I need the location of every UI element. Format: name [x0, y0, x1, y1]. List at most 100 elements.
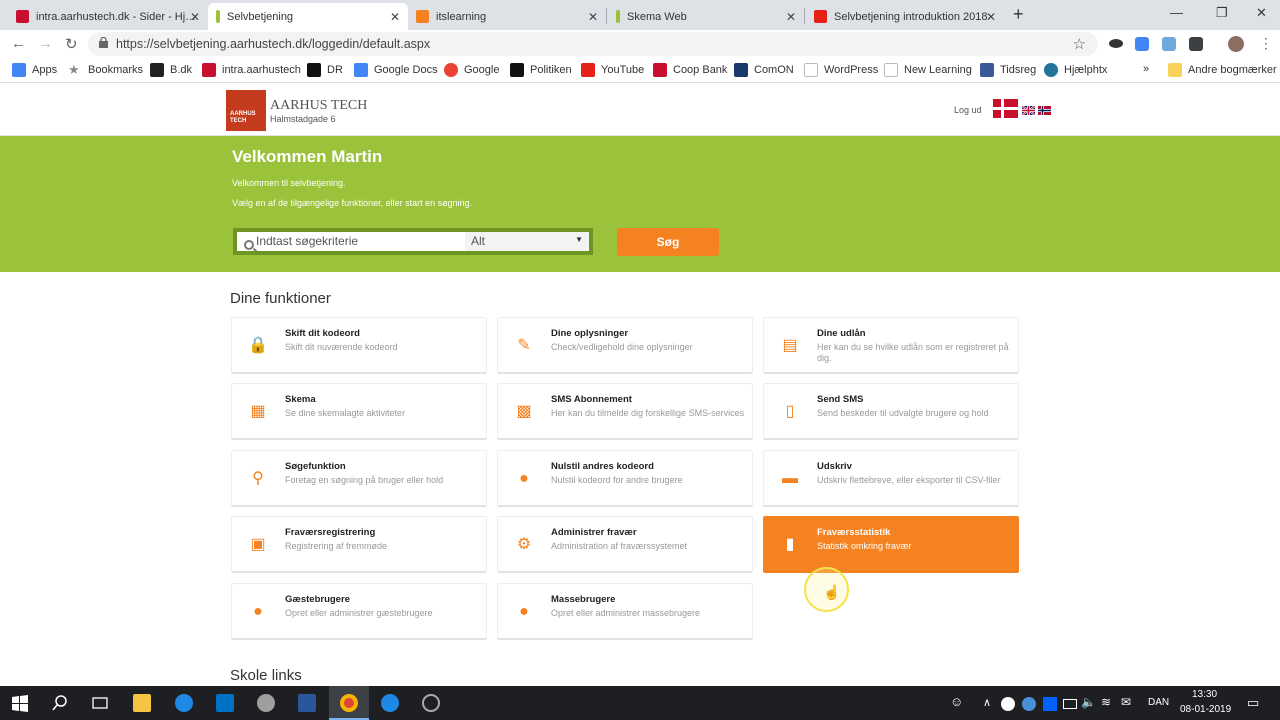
bookmark-label: Coop Bank: [673, 64, 728, 76]
danish-flag-icon[interactable]: [993, 99, 1018, 118]
browser-menu-icon[interactable]: ⋮: [1259, 35, 1273, 52]
cloud-icon[interactable]: [1022, 697, 1036, 711]
bookmark-hjaelphtx[interactable]: Hjælphtx: [1044, 63, 1107, 77]
bookmark-label: Tidsreg: [1000, 64, 1037, 76]
aarhus-tech-logo[interactable]: AARHUS TECH: [226, 90, 266, 131]
browser-tab-intra[interactable]: intra.aarhustech.dk - Sider - Hjem ✕: [8, 3, 208, 30]
forward-arrow-icon[interactable]: →: [38, 35, 53, 52]
cortana-icon[interactable]: [422, 694, 440, 712]
dropbox-icon[interactable]: [1043, 697, 1057, 711]
coop-icon: [653, 63, 667, 77]
bookmark-tidsreg[interactable]: Tidsreg: [980, 63, 1036, 77]
windows-start-icon[interactable]: [11, 694, 29, 712]
onedrive-icon[interactable]: [1001, 697, 1015, 711]
address-bar[interactable]: https://selvbetjening.aarhustech.dk/logg…: [88, 32, 1098, 56]
welcome-banner: Velkommen Martin Velkommen til selvbetje…: [0, 136, 1280, 272]
brand-address: Halmstadgade 6: [270, 114, 336, 124]
close-tab-icon[interactable]: ✕: [986, 10, 996, 24]
function-card[interactable]: 🔒 Skift dit kodeord Skift dit nuværende ko…: [231, 317, 487, 374]
function-description: Udskriv flettebreve, eller eksporter til…: [817, 475, 1001, 485]
english-flag-icon[interactable]: [1022, 106, 1035, 115]
back-arrow-icon[interactable]: ←: [11, 35, 26, 52]
function-card[interactable]: ● Nulstil andres kodeord Nulstil kodeord f…: [497, 450, 753, 507]
maximize-icon[interactable]: ❐: [1216, 5, 1228, 21]
norwegian-flag-icon[interactable]: [1038, 106, 1051, 115]
other-bookmarks[interactable]: Andre bogmærker: [1168, 63, 1277, 77]
logout-link[interactable]: Log ud: [954, 105, 982, 115]
close-window-icon[interactable]: ✕: [1256, 5, 1267, 21]
bookmark-wordpress[interactable]: WordPress: [804, 63, 878, 77]
search-icon[interactable]: [51, 694, 69, 712]
printer-icon: ▬: [782, 470, 798, 487]
battery-icon[interactable]: [1063, 699, 1077, 709]
function-card[interactable]: ● Massebrugere Opret eller administrer mas…: [497, 583, 753, 640]
function-title: Dine udlån: [817, 328, 866, 339]
edge-icon[interactable]: [381, 694, 399, 712]
chrome-icon[interactable]: [340, 694, 358, 712]
function-card[interactable]: ✎ Dine oplysninger Check/vedligehold dine …: [497, 317, 753, 374]
function-card[interactable]: ⚲ Søgefunktion Foretag en søgning på bruge…: [231, 450, 487, 507]
bookmark-dr[interactable]: DR: [307, 63, 343, 77]
bookmark-apps[interactable]: Apps: [12, 63, 57, 77]
close-tab-icon[interactable]: ✕: [390, 10, 400, 24]
task-view-icon[interactable]: [91, 694, 109, 712]
bookmark-bookmarks[interactable]: ★ Bookmarks: [68, 63, 143, 77]
close-tab-icon[interactable]: ✕: [588, 10, 598, 24]
function-card[interactable]: ▬ Udskriv Udskriv flettebreve, eller ekspo…: [763, 450, 1019, 507]
browser-tab-itslearning[interactable]: itslearning ✕: [408, 3, 606, 30]
bookmark-b-dk[interactable]: B.dk: [150, 63, 192, 77]
clock-time[interactable]: 13:30: [1192, 689, 1217, 700]
function-card[interactable]: ▮ Fraværsstatistik Statistik omkring fravæ…: [763, 516, 1019, 573]
function-card[interactable]: ▦ Skema Se dine skemalagte aktiviteter: [231, 383, 487, 440]
volume-icon[interactable]: 🔈: [1081, 695, 1096, 709]
function-card[interactable]: ⚙ Administrer fravær Administration af fra…: [497, 516, 753, 573]
search-button[interactable]: Søg: [617, 228, 719, 256]
bookmark-star-icon[interactable]: ☆: [1073, 35, 1086, 53]
function-card[interactable]: ▯ Send SMS Send beskeder til udvalgte brug…: [763, 383, 1019, 440]
bookmark-google[interactable]: Google: [444, 63, 499, 77]
translate-extension-icon[interactable]: [1135, 37, 1149, 51]
browser-tab-selvbetjening[interactable]: Selvbetjening ✕: [208, 3, 408, 30]
action-center-icon[interactable]: ▭: [1247, 695, 1259, 711]
close-tab-icon[interactable]: ✕: [190, 10, 200, 24]
app-icon[interactable]: [257, 694, 275, 712]
bookmark-google-docs[interactable]: Google Docs: [354, 63, 438, 77]
bookmark-new-learning[interactable]: New Learning: [884, 63, 972, 77]
extension-icon[interactable]: [1162, 37, 1176, 51]
tray-expand-icon[interactable]: ∧: [983, 696, 991, 709]
function-card[interactable]: ▩ SMS Abonnement Her kan du tilmelde dig f…: [497, 383, 753, 440]
wifi-icon[interactable]: ≋: [1101, 695, 1111, 709]
search-input[interactable]: Indtast søgekriterie: [237, 232, 465, 251]
search-scope-select[interactable]: Alt ▼: [465, 232, 589, 251]
people-icon[interactable]: ☺: [950, 694, 968, 712]
bookmark-politiken[interactable]: Politiken: [510, 63, 572, 77]
bookmark-youtube[interactable]: YouTube: [581, 63, 644, 77]
profile-avatar[interactable]: [1228, 36, 1244, 52]
extension-menu-icon[interactable]: [1189, 37, 1203, 51]
close-tab-icon[interactable]: ✕: [786, 10, 796, 24]
apps-grid-icon: [12, 63, 26, 77]
clock-date[interactable]: 08-01-2019: [1180, 704, 1231, 715]
bookmarks-overflow-icon[interactable]: »: [1143, 63, 1149, 75]
word-icon[interactable]: [298, 694, 316, 712]
function-card[interactable]: ▤ Dine udlån Her kan du se hvilke udlån so…: [763, 317, 1019, 374]
reload-icon[interactable]: ↻: [65, 35, 78, 53]
dropdown-arrow-icon: ▼: [575, 235, 583, 244]
bookmark-coop-bank[interactable]: Coop Bank: [653, 63, 727, 77]
bookmark-label: Politiken: [530, 64, 572, 76]
internet-explorer-icon[interactable]: [175, 694, 193, 712]
browser-tab-youtube[interactable]: Selvbetjening introduktion 2018 ✕: [806, 3, 1004, 30]
welcome-text: Velkommen til selvbetjening.: [232, 178, 346, 188]
function-card[interactable]: ▣ Fraværsregistrering Registrering af frem…: [231, 516, 487, 573]
bookmark-intra[interactable]: intra.aarhustech: [202, 63, 301, 77]
input-language[interactable]: DAN: [1148, 697, 1169, 708]
eye-extension-icon[interactable]: [1109, 39, 1123, 48]
new-tab-icon[interactable]: +: [1013, 4, 1024, 25]
browser-tab-skema-web[interactable]: Skema Web ✕: [608, 3, 804, 30]
notification-mail-icon[interactable]: ✉: [1121, 695, 1131, 709]
file-explorer-icon[interactable]: [133, 694, 151, 712]
outlook-icon[interactable]: [216, 694, 234, 712]
bookmark-comon[interactable]: ComON: [734, 63, 794, 77]
minimize-icon[interactable]: —: [1170, 5, 1183, 20]
function-card[interactable]: ● Gæstebrugere Opret eller administrer gæs…: [231, 583, 487, 640]
